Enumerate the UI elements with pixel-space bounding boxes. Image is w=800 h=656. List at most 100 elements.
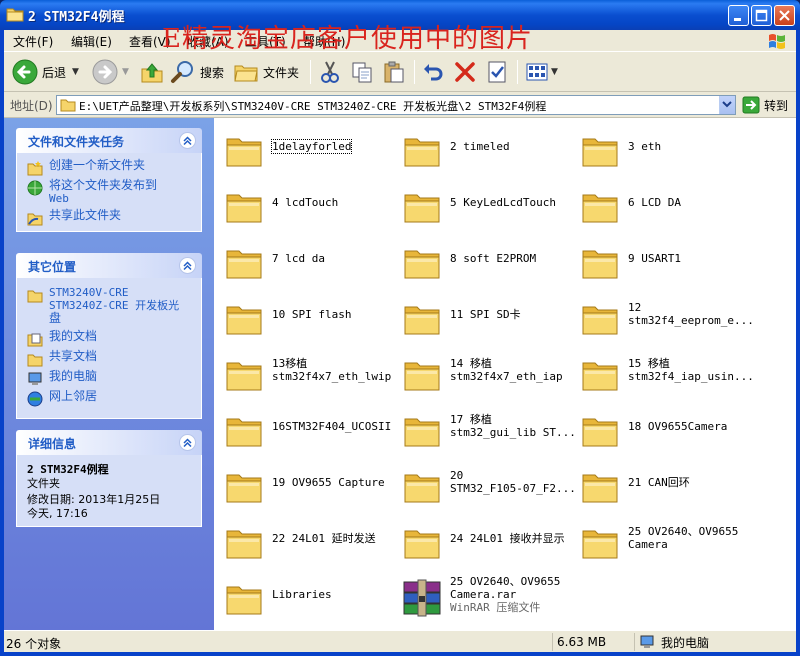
collapse-chevron-icon[interactable] xyxy=(179,257,196,274)
details-body: 2 STM32F4例程 文件夹 修改日期: 2013年1月25日 今天, 17:… xyxy=(16,455,202,527)
item-name-line: stm32f4x7_eth_lwip xyxy=(272,370,392,383)
folder-item[interactable]: 14 移植 stm32f4x7_eth_iap xyxy=(394,346,572,394)
folders-label: 文件夹 xyxy=(263,65,300,80)
folder-icon xyxy=(224,186,264,226)
maximize-button[interactable] xyxy=(751,5,772,26)
folder-item[interactable]: 17 移植 stm32_gui_lib ST... xyxy=(394,402,576,450)
folder-icon xyxy=(580,186,620,226)
views-dropdown-icon[interactable]: ▼ xyxy=(551,67,558,77)
folder-item[interactable]: 24 24L01 接收并显示 xyxy=(394,514,572,562)
close-icon xyxy=(779,10,790,21)
folder-item[interactable]: 6 LCD DA xyxy=(572,178,750,226)
folder-item[interactable]: 22 24L01 延时发送 xyxy=(216,514,394,562)
forward-button[interactable]: ▼ xyxy=(92,58,129,86)
item-name-line: 21 CAN回环 xyxy=(628,475,690,489)
back-label: 后退 xyxy=(42,65,67,80)
up-folder-button[interactable] xyxy=(140,58,164,86)
close-button[interactable] xyxy=(774,5,795,26)
item-name: 8 soft E2PROM xyxy=(450,234,536,282)
back-dropdown-icon[interactable]: ▼ xyxy=(72,67,79,77)
my-documents-link[interactable]: 我的文档 xyxy=(27,330,97,347)
share-folder-link[interactable]: 共享此文件夹 xyxy=(27,209,121,226)
folder-item[interactable]: 20 STM32_F105-07_F2... xyxy=(394,458,576,506)
menu-file[interactable]: 文件(F) xyxy=(13,33,53,50)
folder-item[interactable]: 13移植 stm32f4x7_eth_lwip xyxy=(216,346,394,394)
my-computer-link[interactable]: 我的电脑 xyxy=(27,370,97,387)
folder-icon xyxy=(224,130,264,170)
forward-arrow-icon xyxy=(92,59,118,85)
item-name: 7 lcd da xyxy=(272,234,325,282)
file-tasks-header[interactable]: 文件和文件夹任务 xyxy=(16,128,202,153)
folder-item[interactable]: 10 SPI flash xyxy=(216,290,394,338)
item-name-line: 11 SPI SD卡 xyxy=(450,307,521,321)
folder-item[interactable]: 8 soft E2PROM xyxy=(394,234,572,282)
shared-documents-link[interactable]: 共享文档 xyxy=(27,350,97,367)
item-name-line: 6 LCD DA xyxy=(628,195,681,209)
folder-item[interactable]: 9 USART1 xyxy=(572,234,750,282)
collapse-chevron-icon[interactable] xyxy=(179,434,196,451)
delete-button[interactable] xyxy=(453,58,477,86)
folder-item[interactable]: 5 KeyLedLcdTouch xyxy=(394,178,572,226)
globe-icon xyxy=(27,180,43,196)
menu-help[interactable]: 帮助(H) xyxy=(303,33,345,50)
folder-item[interactable]: 1delayforled xyxy=(216,122,394,170)
item-name-line: 13移植 xyxy=(272,357,308,370)
item-name: 9 USART1 xyxy=(628,234,681,282)
folder-item[interactable]: 11 SPI SD卡 xyxy=(394,290,572,338)
file-tasks-body: 创建一个新文件夹 将这个文件夹发布到 Web 共享此文件夹 xyxy=(16,153,202,232)
folder-item[interactable]: 21 CAN回环 xyxy=(572,458,750,506)
views-button[interactable]: ▼ xyxy=(525,58,558,86)
item-name-line: Camera xyxy=(628,538,668,551)
parent-folder-link[interactable]: STM3240V-CRE STM3240Z-CRE 开发板光盘 xyxy=(27,286,179,325)
menu-view[interactable]: 查看(V) xyxy=(129,33,171,50)
computer-icon xyxy=(28,372,42,385)
folder-item[interactable]: 12 stm32f4_eeprom_e... xyxy=(572,290,754,338)
item-name: 14 移植 stm32f4x7_eth_iap xyxy=(450,346,563,394)
folder-item[interactable]: Libraries xyxy=(216,570,394,618)
address-dropdown-button[interactable] xyxy=(719,96,735,114)
search-icon xyxy=(171,61,193,83)
views-grid-icon xyxy=(526,63,548,81)
folder-item[interactable]: 4 lcdTouch xyxy=(216,178,394,226)
other-places-header[interactable]: 其它位置 xyxy=(16,253,202,278)
item-name-line: 19 OV9655 Capture xyxy=(272,475,385,489)
item-name: 13移植 stm32f4x7_eth_lwip xyxy=(272,346,391,394)
cut-button[interactable] xyxy=(318,58,342,86)
title-bar[interactable]: 2 STM32F4例程 xyxy=(0,0,800,30)
go-button[interactable]: 转到 xyxy=(742,95,788,115)
file-list-view[interactable]: 1delayforled 2 timeled 3 eth 4 lcdTouch 5 Ke… xyxy=(214,118,796,630)
minimize-button[interactable] xyxy=(728,5,749,26)
undo-button[interactable] xyxy=(421,58,445,86)
menu-favorites[interactable]: 收藏(A) xyxy=(187,33,229,50)
copy-button[interactable] xyxy=(350,58,374,86)
item-name: 2 timeled xyxy=(450,122,510,170)
folder-item[interactable]: 15 移植 stm32f4_iap_usin... xyxy=(572,346,754,394)
address-input[interactable]: E:\UET产品整理\开发板系列\STM3240V-CRE STM3240Z-C… xyxy=(56,95,736,115)
search-button[interactable]: 搜索 xyxy=(170,58,224,86)
folder-item[interactable]: 25 OV2640、OV9655 Camera xyxy=(572,514,750,562)
collapse-chevron-icon[interactable] xyxy=(179,132,196,149)
forward-dropdown-icon[interactable]: ▼ xyxy=(122,67,129,77)
item-name-line: 3 eth xyxy=(628,139,662,153)
folder-item[interactable]: 18 OV9655Camera xyxy=(572,402,750,450)
folder-item[interactable]: 19 OV9655 Capture xyxy=(216,458,394,506)
folder-item[interactable]: 2 timeled xyxy=(394,122,572,170)
folder-item[interactable]: 7 lcd da xyxy=(216,234,394,282)
back-button[interactable]: 后退 ▼ xyxy=(12,58,79,86)
folders-button[interactable]: 文件夹 xyxy=(233,58,299,86)
properties-button[interactable] xyxy=(485,58,509,86)
folder-icon xyxy=(224,298,264,338)
folder-item[interactable]: 16STM32F404_UCOSII xyxy=(216,402,394,450)
computer-icon xyxy=(640,635,654,648)
folder-item[interactable]: 3 eth xyxy=(572,122,750,170)
network-places-link[interactable]: 网上邻居 xyxy=(27,390,97,407)
item-name-line: 8 soft E2PROM xyxy=(450,251,537,265)
menu-edit[interactable]: 编辑(E) xyxy=(71,33,112,50)
menu-tools[interactable]: 工具(T) xyxy=(245,33,286,50)
new-folder-link[interactable]: 创建一个新文件夹 xyxy=(27,159,145,176)
publish-web-link[interactable]: 将这个文件夹发布到 Web xyxy=(27,179,157,205)
rar-file-item[interactable]: 25 OV2640、OV9655 Camera.rar WinRAR 压缩文件 xyxy=(394,570,572,618)
details-header[interactable]: 详细信息 xyxy=(16,430,202,455)
toolbar-separator xyxy=(414,60,415,84)
paste-button[interactable] xyxy=(382,58,406,86)
